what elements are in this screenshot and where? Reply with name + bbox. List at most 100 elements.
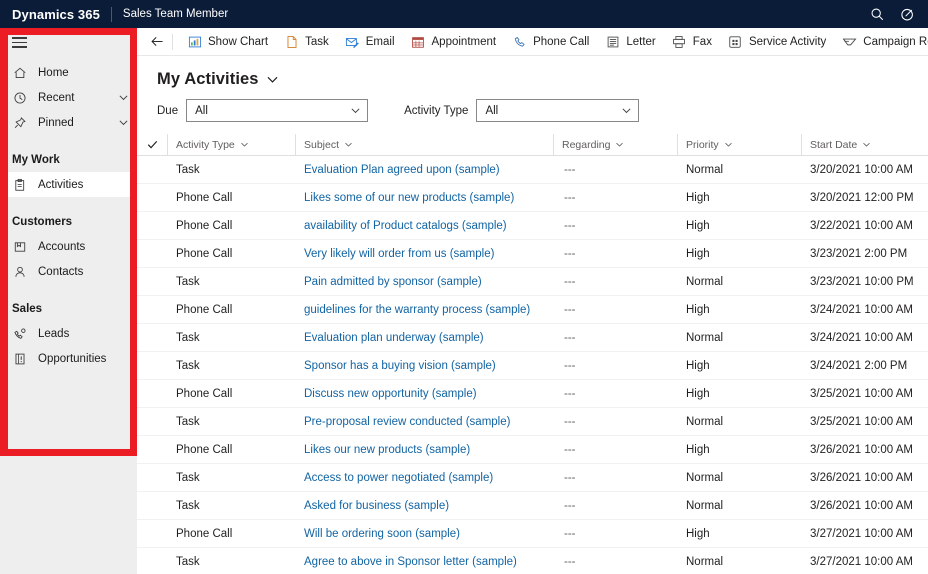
- table-row[interactable]: Task Pre-proposal review conducted (sampl…: [137, 408, 928, 436]
- column-header-priority[interactable]: Priority: [677, 133, 801, 156]
- chevron-down-icon[interactable]: [118, 92, 129, 103]
- cell-subject[interactable]: Sponsor has a buying vision (sample): [295, 352, 553, 380]
- table-row[interactable]: Task Pain admitted by sponsor (sample) ---…: [137, 268, 928, 296]
- cell-priority: High: [686, 527, 710, 540]
- column-header-label: Priority: [686, 138, 719, 151]
- table-row[interactable]: Phone Call Discuss new opportunity (sampl…: [137, 380, 928, 408]
- phone-call-button[interactable]: Phone Call: [504, 29, 597, 55]
- cell-start_date: 3/23/2021 2:00 PM: [810, 247, 908, 260]
- cell-regarding: ---: [564, 443, 576, 456]
- table-row[interactable]: Task Asked for business (sample) --- Normal…: [137, 492, 928, 520]
- column-header-regarding[interactable]: Regarding: [553, 133, 677, 156]
- fax-icon: [672, 34, 687, 49]
- sidebar-item-leads[interactable]: Leads: [0, 321, 137, 346]
- task-button[interactable]: Task: [276, 29, 337, 55]
- cell-type: Task: [176, 359, 200, 372]
- sidebar-item-home[interactable]: Home: [0, 60, 137, 85]
- cell-regarding: ---: [564, 415, 576, 428]
- cell-start_date: 3/24/2021 2:00 PM: [810, 359, 908, 372]
- cell-subject[interactable]: Agree to above in Sponsor letter (sample…: [295, 548, 553, 574]
- cell-subject[interactable]: Pre-proposal review conducted (sample): [295, 408, 553, 436]
- letter-button[interactable]: Letter: [597, 29, 663, 55]
- chevron-down-icon[interactable]: [118, 117, 129, 128]
- table-row[interactable]: Phone Call Likes our new products (sample…: [137, 436, 928, 464]
- cell-regarding: ---: [564, 331, 576, 344]
- cell-regarding: ---: [564, 303, 576, 316]
- chevron-down-icon[interactable]: [266, 73, 279, 86]
- table-row[interactable]: Phone Call Will be ordering soon (sample)…: [137, 520, 928, 548]
- hamburger-icon: [12, 37, 27, 51]
- cell-type: Phone Call: [176, 219, 233, 232]
- sidebar-item-accounts[interactable]: Accounts: [0, 234, 137, 259]
- cell-subject[interactable]: Evaluation Plan agreed upon (sample): [295, 156, 553, 184]
- cell-subject[interactable]: Evaluation plan underway (sample): [295, 324, 553, 352]
- table-row[interactable]: Task Access to power negotiated (sample) -…: [137, 464, 928, 492]
- show-chart-button[interactable]: Show Chart: [179, 29, 276, 55]
- cell-subject[interactable]: availability of Product catalogs (sample…: [295, 212, 553, 240]
- chevron-down-icon: [621, 105, 632, 116]
- table-row[interactable]: Phone Call Very likely will order from us…: [137, 240, 928, 268]
- letter-icon: [605, 34, 620, 49]
- cell-type: Task: [176, 331, 200, 344]
- table-row[interactable]: Task Evaluation plan underway (sample) ---…: [137, 324, 928, 352]
- table-row[interactable]: Phone Call Likes some of our new products…: [137, 184, 928, 212]
- cell-regarding: ---: [564, 499, 576, 512]
- table-row[interactable]: Phone Call availability of Product catalo…: [137, 212, 928, 240]
- cell-subject[interactable]: Access to power negotiated (sample): [295, 464, 553, 492]
- sidebar-item-recent[interactable]: Recent: [0, 85, 137, 110]
- site-map-button[interactable]: [0, 28, 137, 60]
- fax-button[interactable]: Fax: [664, 29, 720, 55]
- brand-divider: [110, 6, 112, 22]
- table-row[interactable]: Task Sponsor has a buying vision (sample)…: [137, 352, 928, 380]
- view-selector[interactable]: My Activities: [137, 56, 928, 89]
- cell-type: Phone Call: [176, 387, 233, 400]
- select-all-checkbox[interactable]: [137, 139, 167, 150]
- sidebar-item-label: Opportunities: [38, 352, 107, 365]
- search-icon[interactable]: [862, 0, 892, 28]
- table-row[interactable]: Task Agree to above in Sponsor letter (sa…: [137, 548, 928, 574]
- sidebar-item-contacts[interactable]: Contacts: [0, 259, 137, 284]
- cell-start_date: 3/26/2021 10:00 AM: [810, 443, 913, 456]
- sidebar-item-label: Pinned: [38, 116, 74, 129]
- cell-type: Task: [176, 471, 200, 484]
- command-label: Phone Call: [533, 35, 590, 48]
- column-header-activity-type[interactable]: Activity Type: [167, 133, 295, 156]
- cell-type: Phone Call: [176, 247, 233, 260]
- column-header-start-date[interactable]: Start Date: [801, 133, 926, 156]
- cell-regarding: ---: [564, 527, 576, 540]
- cell-subject[interactable]: Likes some of our new products (sample): [295, 184, 553, 212]
- service-activity-button[interactable]: Service Activity: [720, 29, 834, 55]
- sidebar-item-pinned[interactable]: Pinned: [0, 110, 137, 135]
- appointment-button[interactable]: Appointment: [403, 29, 505, 55]
- cell-subject[interactable]: Very likely will order from us (sample): [295, 240, 553, 268]
- cell-type: Phone Call: [176, 191, 233, 204]
- assistant-icon[interactable]: [892, 0, 922, 28]
- cell-subject[interactable]: Likes our new products (sample): [295, 436, 553, 464]
- cell-subject[interactable]: Pain admitted by sponsor (sample): [295, 268, 553, 296]
- cell-subject[interactable]: Will be ordering soon (sample): [295, 520, 553, 548]
- cell-start_date: 3/22/2021 10:00 AM: [810, 219, 913, 232]
- cell-start_date: 3/23/2021 10:00 PM: [810, 275, 914, 288]
- sidebar-item-opportunities[interactable]: Opportunities: [0, 346, 137, 371]
- clock-icon: [12, 90, 28, 106]
- column-header-label: Start Date: [810, 138, 858, 151]
- table-row[interactable]: Phone Call guidelines for the warranty pr…: [137, 296, 928, 324]
- due-filter[interactable]: All: [186, 99, 369, 122]
- campaign-response-icon: [842, 34, 857, 49]
- activity-type-filter[interactable]: All: [476, 99, 640, 122]
- cell-subject[interactable]: Discuss new opportunity (sample): [295, 380, 553, 408]
- cell-priority: Normal: [686, 331, 724, 344]
- email-button[interactable]: Email: [337, 29, 403, 55]
- cell-subject[interactable]: Asked for business (sample): [295, 492, 553, 520]
- chevron-down-icon: [350, 105, 361, 116]
- cell-subject[interactable]: guidelines for the warranty process (sam…: [295, 296, 553, 324]
- campaign-response-button[interactable]: Campaign Response: [834, 29, 928, 55]
- back-button[interactable]: [144, 29, 170, 55]
- table-row[interactable]: Task Evaluation Plan agreed upon (sample)…: [137, 156, 928, 184]
- sidebar-item-activities[interactable]: Activities: [0, 172, 137, 197]
- column-header-subject[interactable]: Subject: [295, 133, 553, 156]
- chevron-down-icon: [240, 140, 249, 149]
- cell-type: Task: [176, 275, 200, 288]
- dynamics365-activities-page: Dynamics 365 Sales Team Member Home Rece…: [0, 0, 928, 574]
